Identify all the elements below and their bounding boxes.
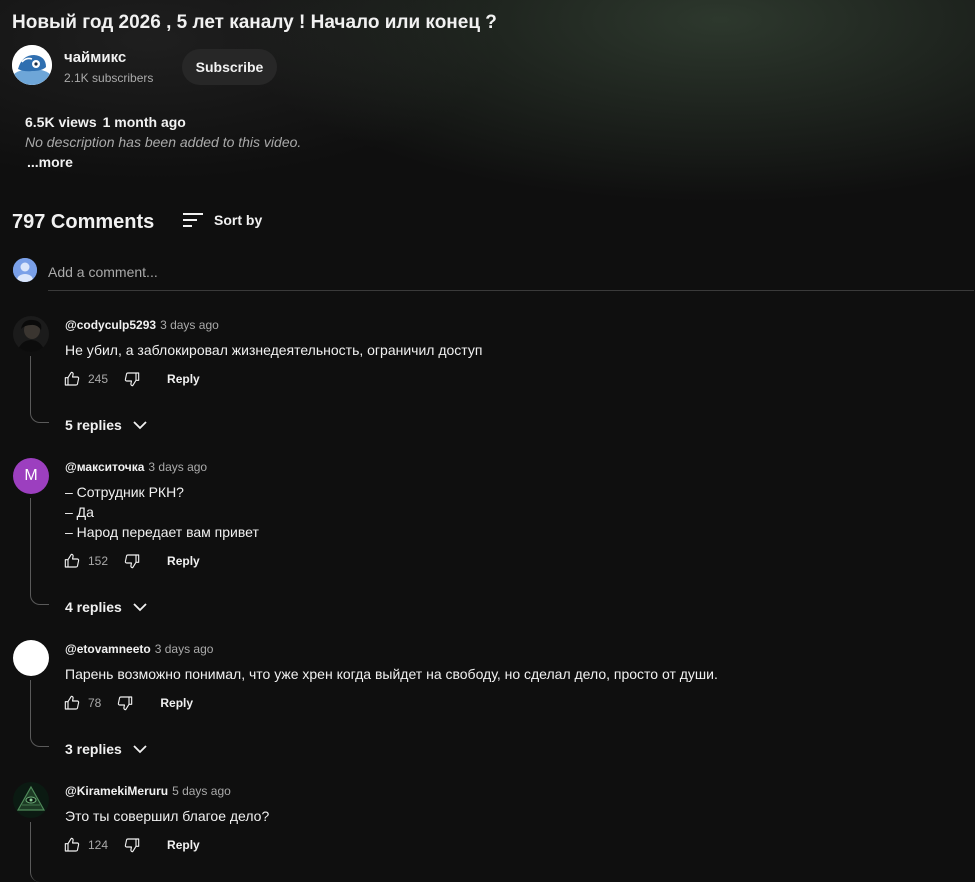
- thread-line: [30, 498, 49, 605]
- more-button[interactable]: ...more: [27, 154, 73, 170]
- comment-header: @etovamneeto 3 days ago: [65, 642, 213, 656]
- thread-line: [30, 356, 49, 423]
- like-button[interactable]: 152: [64, 553, 108, 569]
- chevron-down-icon: [133, 745, 147, 754]
- replies-toggle[interactable]: 3 replies: [65, 738, 148, 760]
- comment-avatar[interactable]: [13, 316, 49, 352]
- comment-author[interactable]: @codyculp5293: [65, 318, 156, 332]
- like-button[interactable]: 78: [64, 695, 101, 711]
- upload-age: 1 month ago: [102, 114, 186, 130]
- comment-header: @KiramekiMeruru 5 days ago: [65, 784, 231, 798]
- like-count: 78: [88, 696, 102, 710]
- header-gradient: [0, 0, 975, 300]
- replies-label: 5 replies: [65, 417, 122, 433]
- view-count: 6.5K views: [25, 114, 97, 130]
- like-count: 245: [88, 372, 109, 386]
- comment-header: @codyculp5293 3 days ago: [65, 318, 219, 332]
- thumbs-down-icon: [118, 696, 133, 711]
- comment-header: @макситочка 3 days ago: [65, 460, 207, 474]
- comment-thread: @KiramekiMeruru 5 days ago Это ты соверши…: [0, 782, 975, 882]
- comment-text: Парень возможно понимал, что уже хрен ко…: [65, 664, 718, 684]
- add-comment-input[interactable]: [48, 260, 974, 291]
- replies-toggle[interactable]: 4 replies: [65, 596, 148, 618]
- comment-author[interactable]: @etovamneeto: [65, 642, 151, 656]
- comments-count: 797 Comments: [12, 211, 155, 233]
- comment-thread: M @макситочка 3 days ago – Сотрудник РКН?…: [0, 458, 975, 618]
- thumbs-up-icon: [64, 837, 80, 852]
- thumbs-down-icon: [124, 838, 140, 853]
- reply-button[interactable]: Reply: [167, 838, 200, 852]
- comment-thread: @codyculp5293 3 days ago Не убил, а забло…: [0, 316, 975, 456]
- sort-by-button[interactable]: Sort by: [182, 208, 262, 232]
- comment-actions: 124 Reply: [64, 835, 200, 855]
- thumbs-down-icon: [124, 372, 140, 387]
- reply-button[interactable]: Reply: [160, 696, 193, 710]
- reply-button[interactable]: Reply: [167, 554, 200, 568]
- comment-actions: 152 Reply: [64, 551, 200, 571]
- comment-actions: 78 Reply: [64, 693, 193, 713]
- comment-thread: @etovamneeto 3 days ago Парень возможно п…: [0, 640, 975, 780]
- comment-author[interactable]: @KiramekiMeruru: [65, 784, 168, 798]
- thumbs-down-icon: [124, 554, 140, 569]
- replies-toggle[interactable]: 5 replies: [65, 414, 148, 436]
- like-count: 152: [88, 554, 109, 568]
- comment-line: Парень возможно понимал, что уже хрен ко…: [65, 666, 718, 682]
- like-button[interactable]: 124: [64, 837, 108, 853]
- thread-line: [30, 680, 49, 747]
- comment-avatar[interactable]: M: [13, 458, 49, 494]
- comment-time[interactable]: 3 days ago: [155, 642, 214, 656]
- replies-label: 4 replies: [65, 599, 122, 615]
- comment-line: – Сотрудник РКН?: [65, 484, 184, 500]
- thumbs-up-icon: [64, 371, 80, 386]
- sort-by-label: Sort by: [214, 212, 263, 228]
- comment-time[interactable]: 3 days ago: [148, 460, 207, 474]
- like-button[interactable]: 245: [64, 371, 108, 387]
- comment-avatar[interactable]: [13, 782, 49, 818]
- chevron-down-icon: [133, 421, 147, 430]
- like-count: 124: [88, 838, 109, 852]
- comment-author[interactable]: @макситочка: [65, 460, 144, 474]
- dislike-button[interactable]: [124, 371, 140, 387]
- subscribe-button[interactable]: Subscribe: [182, 49, 277, 85]
- reply-button[interactable]: Reply: [167, 372, 200, 386]
- video-description: No description has been added to this vi…: [25, 134, 302, 150]
- sort-icon: [183, 213, 203, 227]
- thread-line: [30, 822, 49, 882]
- comment-line: Не убил, а заблокировал жизнедеятельност…: [65, 342, 483, 358]
- comment-line: – Народ передает вам привет: [65, 524, 259, 540]
- subscriber-count: 2.1K subscribers: [64, 71, 154, 85]
- comment-line: Это ты совершил благое дело?: [65, 808, 270, 824]
- comment-line: – Да: [65, 504, 94, 520]
- dislike-button[interactable]: [124, 837, 140, 853]
- comment-time[interactable]: 5 days ago: [172, 784, 231, 798]
- dislike-button[interactable]: [124, 553, 140, 569]
- channel-avatar[interactable]: [12, 45, 52, 85]
- video-meta: 6.5K views 1 month ago: [25, 114, 186, 130]
- comment-text: – Сотрудник РКН? – Да – Народ передает в…: [65, 482, 259, 542]
- dislike-button[interactable]: [117, 695, 133, 711]
- thumbs-up-icon: [64, 695, 80, 710]
- chevron-down-icon: [133, 603, 147, 612]
- comment-time[interactable]: 3 days ago: [160, 318, 219, 332]
- channel-name[interactable]: чаймикс: [64, 49, 126, 66]
- comment-avatar[interactable]: [13, 640, 49, 676]
- thumbs-up-icon: [64, 553, 80, 568]
- replies-label: 3 replies: [65, 741, 122, 757]
- comment-text: Это ты совершил благое дело?: [65, 806, 269, 826]
- video-title: Новый год 2026 , 5 лет каналу ! Начало и…: [12, 12, 497, 33]
- user-avatar: [13, 258, 37, 282]
- comment-text: Не убил, а заблокировал жизнедеятельност…: [65, 340, 482, 360]
- comment-actions: 245 Reply: [64, 369, 200, 389]
